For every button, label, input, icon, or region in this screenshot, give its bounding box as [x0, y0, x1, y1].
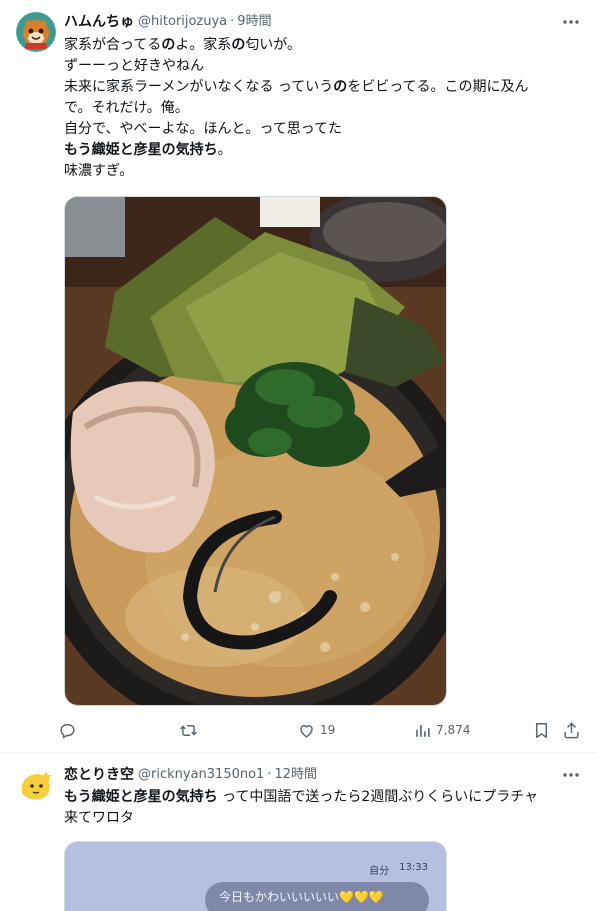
- share-icon: [564, 721, 579, 738]
- tweet-text-run: 味濃すぎ。: [64, 163, 134, 179]
- views-button[interactable]: 7,874: [413, 718, 470, 742]
- user-handle[interactable]: @ricknyan3150no1: [138, 765, 264, 785]
- share-button[interactable]: [562, 718, 581, 742]
- chat-sender: 自分: [369, 866, 390, 877]
- avatar[interactable]: [16, 12, 56, 52]
- tweet-text-run: もう織姫と彦星の気持ち: [64, 789, 218, 805]
- retweet-button[interactable]: [179, 718, 198, 742]
- tweet-text-line: もう織姫と彦星の気持ち って中国語で送ったら2週間ぶりくらいにプラチャ: [64, 787, 577, 808]
- tweet-text-line: 自分で、やべーよな。ほんと。って思ってた: [64, 119, 577, 140]
- tweet[interactable]: ハムんちゅ @hitorijozuya · 9時間 家系が合ってるのよ。家系の匂…: [0, 0, 597, 753]
- tweet-text-line: で。それだけ。俺。: [64, 98, 577, 119]
- like-count: 19: [320, 723, 336, 737]
- tweet-text-run: 。: [217, 142, 232, 158]
- tweet-text-run: で。それだけ。俺。: [64, 100, 189, 116]
- display-name[interactable]: 恋とりき空: [64, 765, 134, 785]
- tweet-text-line: ずーーっと好きやねん: [64, 56, 577, 77]
- separator-dot: ·: [230, 14, 235, 29]
- retweet-icon: [180, 724, 197, 736]
- timestamp[interactable]: 12時間: [274, 765, 317, 785]
- tweet-text-line: 味濃すぎ。: [64, 161, 577, 182]
- tweet-text-run: をビビってる。この期に及ん: [347, 79, 529, 95]
- tweet-text-run: 自分で、やべーよな。ほんと。って思ってた: [64, 121, 343, 137]
- avatar-image: [16, 12, 56, 52]
- avatar-image: [16, 765, 56, 805]
- separator-dot: ·: [267, 767, 272, 782]
- tweet-text-run: の: [161, 37, 176, 53]
- heart-icon: [300, 724, 313, 738]
- views-icon: [416, 724, 430, 737]
- more-dots-icon: [563, 773, 579, 777]
- more-options-button[interactable]: [557, 12, 585, 32]
- bookmark-button[interactable]: [532, 718, 551, 742]
- tweet-text-run: 未来に家系ラーメンがいなくなる っていう: [64, 79, 334, 95]
- more-options-button[interactable]: [557, 765, 585, 785]
- tweet-text-line: もう織姫と彦星の気持ち。: [64, 140, 577, 161]
- tweet-text-run: って中国語で送ったら2週間ぶりくらいにプラチャ: [217, 789, 539, 805]
- view-count: 7,874: [436, 723, 471, 737]
- tweet-text: 家系が合ってるのよ。家系の匂いが。 ずーーっと好きやねん 未来に家系ラーメンがいなく…: [64, 35, 577, 182]
- ramen-photo: [65, 197, 446, 705]
- display-name[interactable]: ハムんちゅ: [64, 12, 134, 32]
- tweet-text-run: 来てワロタ: [64, 810, 134, 826]
- tweet-photo[interactable]: 自分 13:33 今日もかわいいいいい💛💛💛: [64, 841, 447, 911]
- tweet-text-run: もう織姫と彦星の気持ち: [64, 142, 218, 158]
- tweet-text-line: 家系が合ってるのよ。家系の匂いが。: [64, 35, 577, 56]
- avatar[interactable]: [16, 765, 56, 805]
- tweet-text-run: の: [333, 79, 348, 95]
- timestamp[interactable]: 9時間: [237, 12, 271, 32]
- chat-time: 13:33: [399, 862, 428, 873]
- tweet-text-run: ずーーっと好きやねん: [64, 58, 204, 74]
- tweet[interactable]: 恋とりき空 @ricknyan3150no1 · 12時間 もう織姫と彦星の気持…: [0, 753, 597, 911]
- like-button[interactable]: 19: [297, 718, 335, 742]
- reply-button[interactable]: [58, 718, 77, 742]
- tweet-text-run: よ。家系: [175, 37, 232, 53]
- reply-icon: [60, 723, 75, 738]
- action-bar: 19 7,874: [58, 718, 585, 742]
- more-dots-icon: [563, 20, 579, 24]
- tweet-text: もう織姫と彦星の気持ち って中国語で送ったら2週間ぶりくらいにプラチャ来てワロタ: [64, 787, 577, 829]
- tweet-header: 恋とりき空 @ricknyan3150no1 · 12時間: [64, 765, 581, 785]
- tweet-header: ハムんちゅ @hitorijozuya · 9時間: [64, 12, 581, 32]
- tweet-text-line: 未来に家系ラーメンがいなくなる っていうのをビビってる。この期に及ん: [64, 77, 577, 98]
- tweet-text-run: 家系が合ってる: [64, 37, 162, 53]
- chat-meta: 自分 13:33: [369, 862, 428, 877]
- user-handle[interactable]: @hitorijozuya: [138, 12, 227, 32]
- tweet-photo[interactable]: [64, 196, 447, 706]
- tweet-text-line: 来てワロタ: [64, 808, 577, 829]
- bookmark-icon: [536, 722, 547, 738]
- tweet-text-run: 匂いが。: [245, 37, 302, 53]
- tweet-text-run: の: [231, 37, 246, 53]
